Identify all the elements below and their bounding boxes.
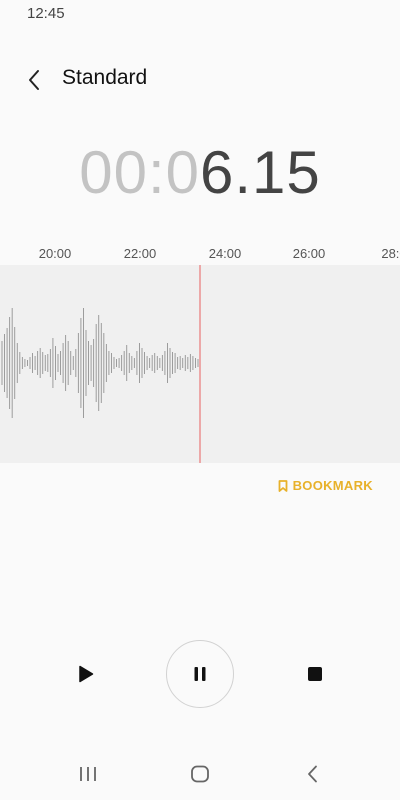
timer-dim-part: 00:0 <box>79 139 200 206</box>
system-nav-bar <box>0 748 400 800</box>
waveform-graph <box>1 265 201 463</box>
back-icon <box>308 765 317 783</box>
playback-controls <box>0 640 400 708</box>
home-button[interactable] <box>185 760 215 788</box>
stop-button[interactable] <box>299 658 331 690</box>
timer-bright-part: 6.15 <box>200 139 321 206</box>
pause-button[interactable] <box>166 640 234 708</box>
page-title: Standard <box>62 66 148 89</box>
bookmark-button[interactable]: BOOKMARK <box>278 478 373 493</box>
nav-back-button[interactable] <box>298 760 328 788</box>
bookmark-icon <box>278 479 287 492</box>
status-bar: 12:45 <box>0 0 400 26</box>
home-icon <box>191 765 209 783</box>
stop-icon <box>308 667 322 681</box>
status-time: 12:45 <box>27 5 65 22</box>
elapsed-timer: 00:06.15 <box>0 138 400 207</box>
bookmark-label: BOOKMARK <box>292 478 373 493</box>
chevron-left-icon <box>29 70 39 90</box>
app-bar: Standard <box>0 56 400 104</box>
play-button[interactable] <box>70 658 102 690</box>
recents-icon <box>80 767 96 781</box>
play-icon <box>79 665 94 683</box>
pause-icon <box>194 667 206 681</box>
waveform-panel[interactable] <box>0 265 400 463</box>
back-button[interactable] <box>18 64 50 96</box>
recents-button[interactable] <box>73 760 103 788</box>
